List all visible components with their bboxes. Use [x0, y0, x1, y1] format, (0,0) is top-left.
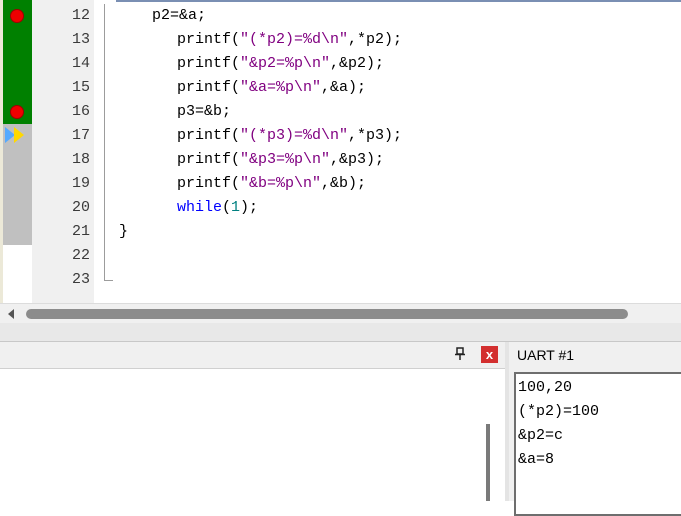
uart-output[interactable]: 100,20 (*p2)=100 &p2=c &a=8 [514, 372, 681, 516]
line-number: 16 [71, 103, 90, 120]
panel-header: x [0, 342, 505, 369]
fold-area [94, 0, 116, 303]
line-number: 15 [71, 79, 90, 96]
uart-output-line: &a=8 [518, 451, 555, 468]
current-line-arrow-icon [14, 127, 24, 143]
breakpoint-icon[interactable] [10, 105, 24, 119]
code-text: ,*p3); [348, 127, 403, 144]
panel-splitter[interactable] [0, 323, 681, 342]
string-literal: "&p3=%p\n" [240, 151, 331, 168]
code-line[interactable]: printf("&b=%p\n",&b); [177, 172, 366, 196]
bottom-left-panel: x [0, 342, 505, 501]
uart-output-line: 100,20 [518, 379, 573, 396]
line-number: 21 [71, 223, 90, 240]
code-text: ,&p2); [330, 55, 385, 72]
line-number: 19 [71, 175, 90, 192]
scroll-left-arrow-icon[interactable] [8, 309, 14, 319]
code-line[interactable]: p2=&a; [152, 4, 206, 28]
fold-end-marker [104, 280, 113, 281]
code-line[interactable]: p3=&b; [177, 100, 231, 124]
string-literal: "&a=%p\n" [240, 79, 322, 96]
code-line[interactable]: printf("&p2=%p\n",&p2); [177, 52, 384, 76]
line-number: 17 [71, 127, 90, 144]
string-literal: "&b=%p\n" [240, 175, 322, 192]
code-text: p2=&a; [152, 7, 207, 24]
line-number: 22 [71, 247, 90, 264]
pin-icon-svg [455, 347, 465, 360]
pin-icon[interactable] [453, 347, 467, 363]
close-icon[interactable]: x [481, 346, 498, 363]
line-number: 12 [71, 7, 90, 24]
code-text: ); [240, 199, 259, 216]
code-text: printf( [177, 175, 241, 192]
breakpoint-icon[interactable] [10, 9, 24, 23]
editor-gutter-strip [32, 0, 42, 303]
number-literal: 1 [231, 199, 241, 216]
keyword: while [177, 199, 223, 216]
line-number: 14 [71, 55, 90, 72]
code-text: printf( [177, 151, 241, 168]
string-literal: "(*p3)=%d\n" [240, 127, 349, 144]
code-line[interactable]: printf("&a=%p\n",&a); [177, 76, 366, 100]
code-text: p3=&b; [177, 103, 232, 120]
line-number: 20 [71, 199, 90, 216]
code-text: ,&a); [321, 79, 367, 96]
code-line[interactable]: printf("(*p3)=%d\n",*p3); [177, 124, 402, 148]
code-text: printf( [177, 127, 241, 144]
code-line[interactable]: printf("&p3=%p\n",&p3); [177, 148, 384, 172]
code-line[interactable]: } [119, 220, 128, 244]
line-number: 13 [71, 31, 90, 48]
string-literal: "(*p2)=%d\n" [240, 31, 349, 48]
vertical-scrollbar[interactable] [486, 424, 490, 501]
code-text: ,*p2); [348, 31, 403, 48]
string-literal: "&p2=%p\n" [240, 55, 331, 72]
code-text: printf( [177, 31, 241, 48]
line-number: 18 [71, 151, 90, 168]
uart-output-line: (*p2)=100 [518, 403, 600, 420]
code-line[interactable]: printf("(*p2)=%d\n",*p2); [177, 28, 402, 52]
scrollbar-thumb[interactable] [26, 309, 628, 319]
code-line[interactable]: while(1); [177, 196, 258, 220]
code-text: ,&b); [321, 175, 367, 192]
code-text: } [119, 223, 129, 240]
line-number: 23 [71, 271, 90, 288]
uart-title: UART #1 [517, 347, 575, 363]
code-text: printf( [177, 55, 241, 72]
code-text: printf( [177, 79, 241, 96]
code-text: ,&p3); [330, 151, 385, 168]
uart-output-line: &p2=c [518, 427, 564, 444]
code-editor[interactable]: 12 13 14 15 16 17 18 19 20 21 22 23 p2=&… [0, 0, 681, 303]
uart-panel: UART #1 100,20 (*p2)=100 &p2=c &a=8 [509, 342, 681, 516]
code-text: ( [222, 199, 232, 216]
fold-line [104, 4, 105, 280]
horizontal-scrollbar[interactable] [0, 303, 681, 324]
